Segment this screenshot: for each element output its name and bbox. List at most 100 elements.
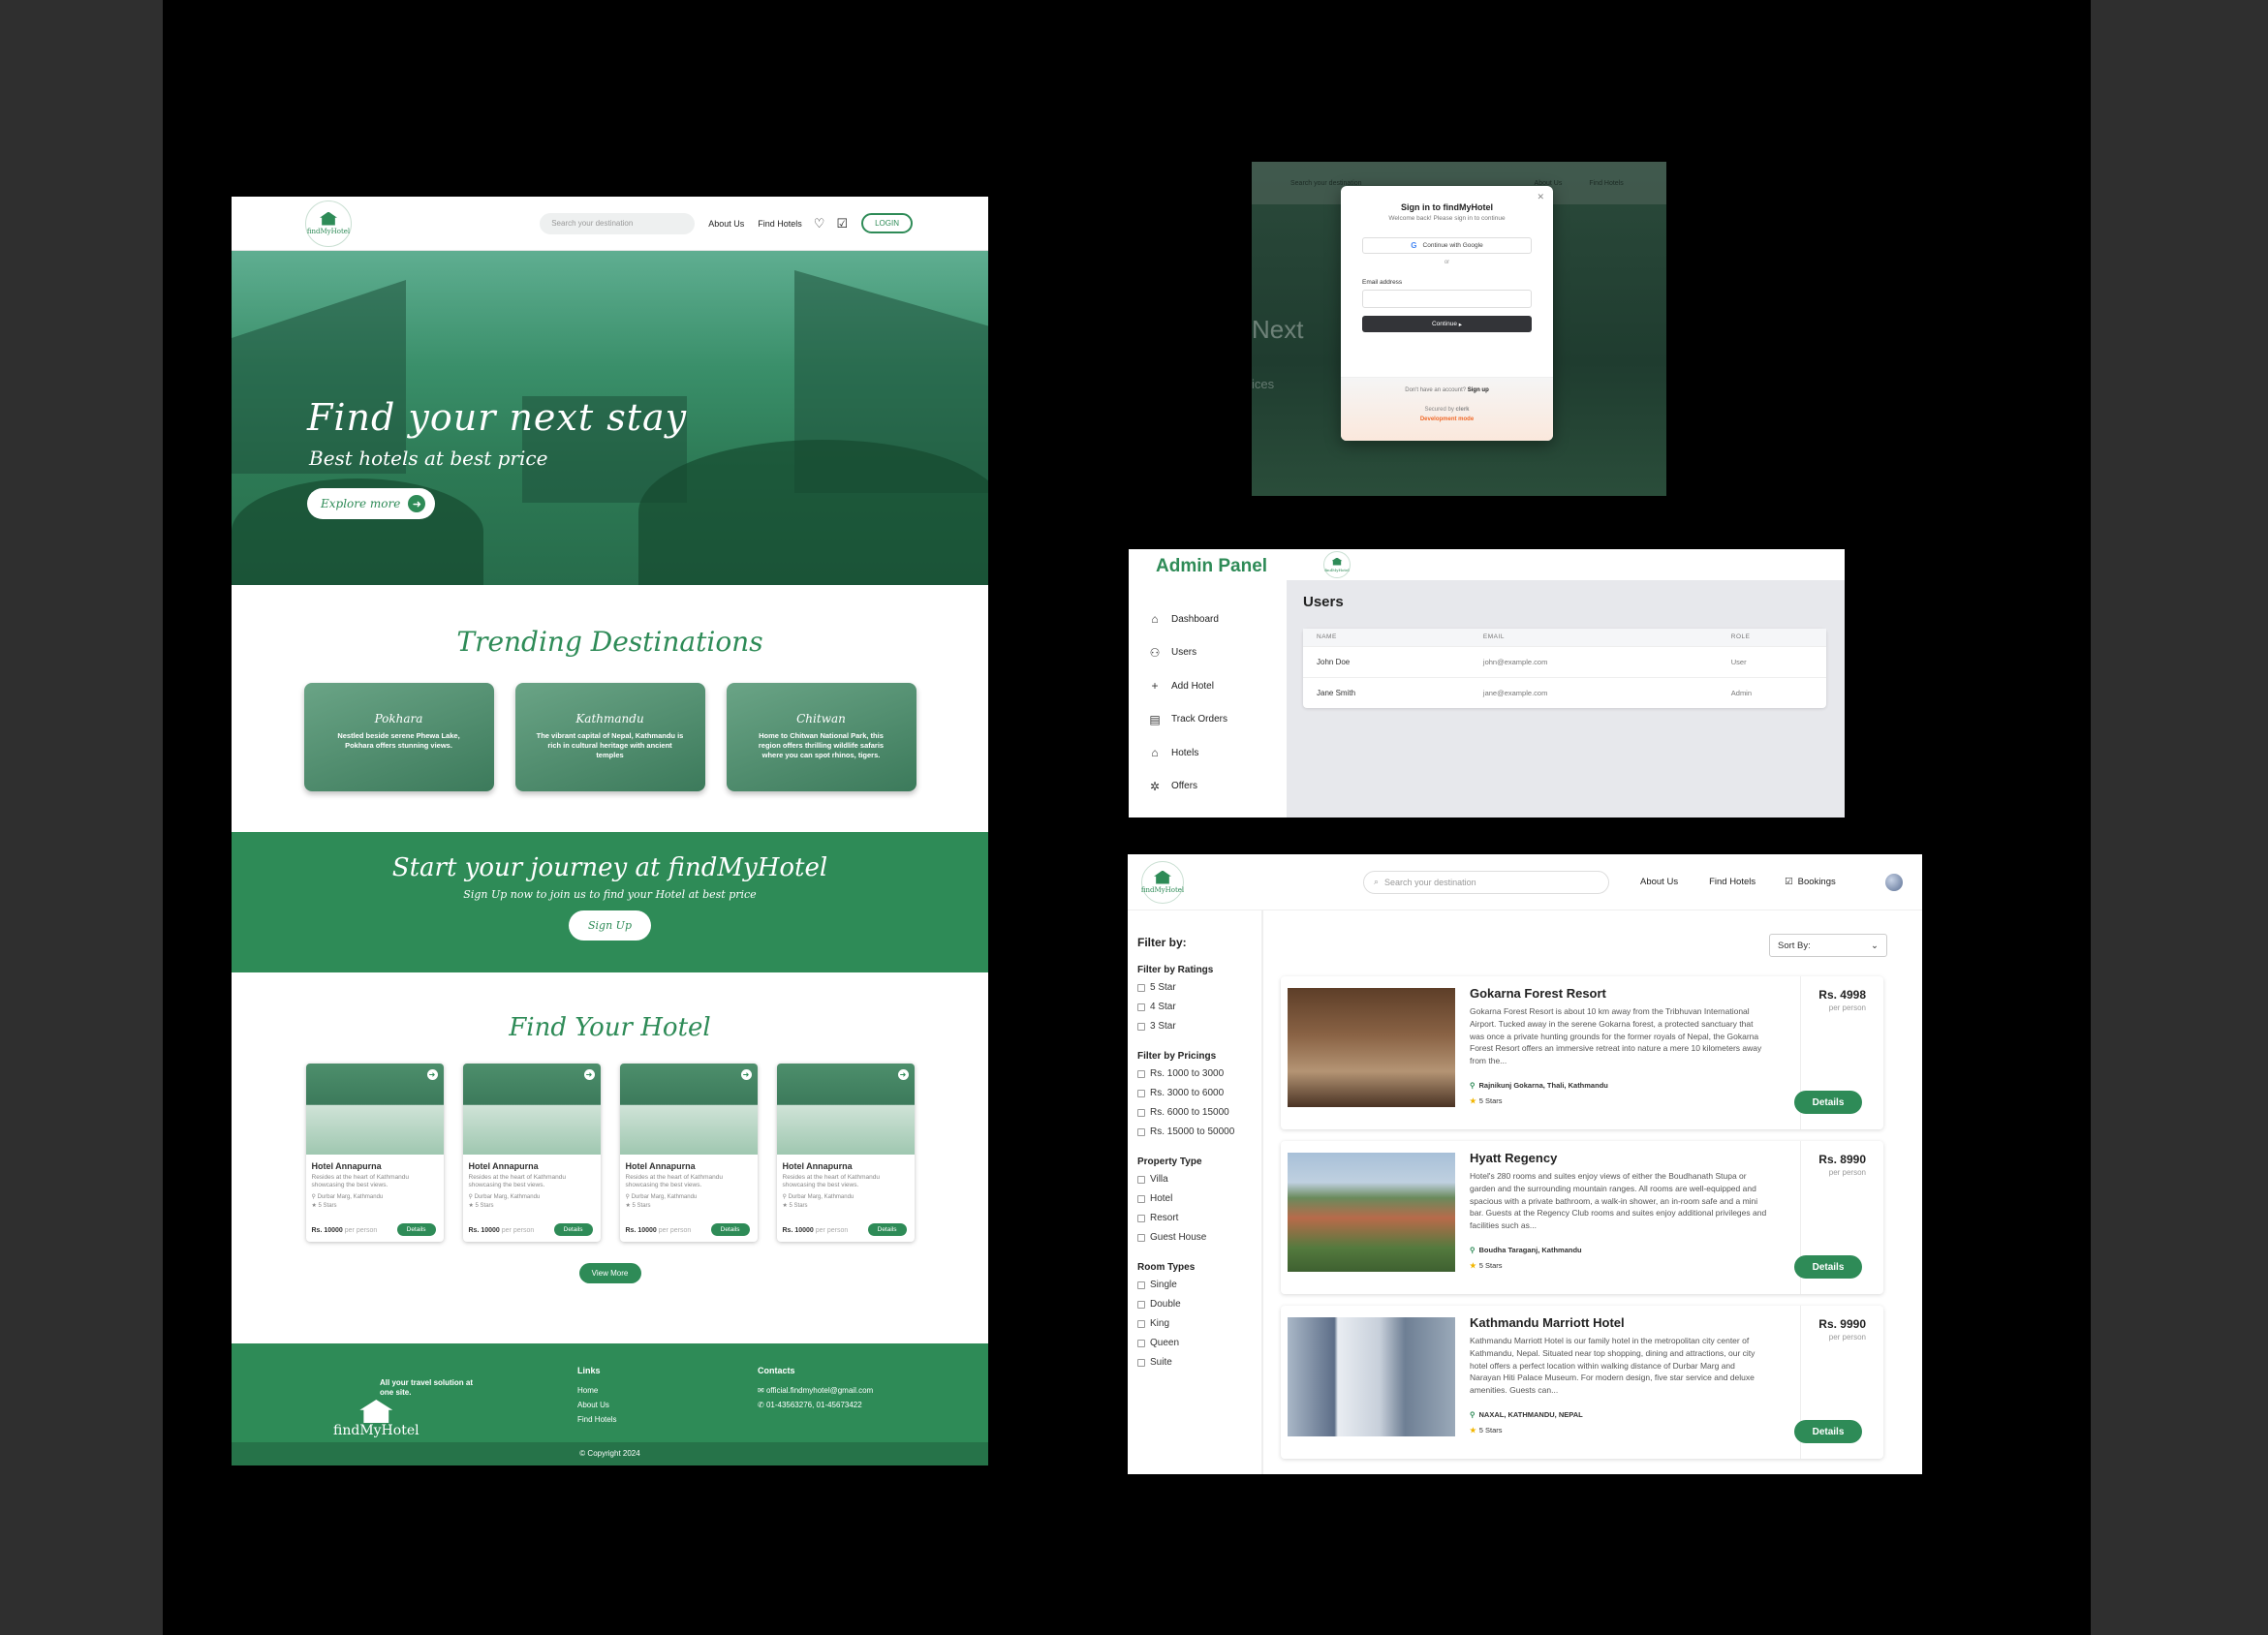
hotel-result-card[interactable]: Hyatt Regency Hotel's 280 rooms and suit… — [1281, 1141, 1883, 1294]
brand-logo[interactable]: findMyHotel — [1323, 551, 1351, 578]
user-role: Admin — [1717, 676, 1826, 708]
signup-link[interactable]: Sign up — [1468, 387, 1489, 393]
filter-checkbox[interactable]: Queen — [1137, 1336, 1261, 1350]
sidebar-item-label: Add Hotel — [1171, 680, 1214, 692]
email-field[interactable] — [1362, 290, 1532, 308]
user-name: John Doe — [1303, 645, 1470, 677]
hotel-result-card[interactable]: Kathmandu Marriott Hotel Kathmandu Marri… — [1281, 1306, 1883, 1459]
footer-phone[interactable]: ✆ 01-43563276, 01-45673422 — [758, 1398, 873, 1412]
hotel-location: ⚲ Durbar Marg, Kathmandu — [306, 1190, 444, 1200]
footer-link-about[interactable]: About Us — [577, 1398, 616, 1412]
offers-icon: ✲ — [1149, 779, 1161, 793]
filter-checkbox[interactable]: Villa — [1137, 1172, 1261, 1187]
heart-icon[interactable]: ♡ — [814, 216, 825, 231]
sidebar-item-users[interactable]: ⚇ Users — [1148, 636, 1287, 670]
sidebar-item-label: Offers — [1171, 781, 1198, 792]
hotel-stars-text: 5 Stars — [475, 1202, 494, 1209]
filter-checkbox[interactable]: Rs. 6000 to 15000 — [1137, 1105, 1261, 1120]
google-signin-label: Continue with Google — [1422, 242, 1483, 249]
filter-checkbox[interactable]: Resort — [1137, 1211, 1261, 1225]
search-placeholder: Search your destination — [1384, 877, 1476, 887]
details-button[interactable]: Details — [1794, 1255, 1862, 1279]
arrow-icon[interactable]: ➜ — [583, 1069, 595, 1080]
details-button[interactable]: Details — [396, 1223, 436, 1236]
hotel-stars-text: 5 Stars — [789, 1202, 808, 1209]
arrow-icon[interactable]: ➜ — [897, 1069, 909, 1080]
filter-checkbox[interactable]: Double — [1137, 1297, 1261, 1311]
details-button[interactable]: Details — [1794, 1420, 1862, 1443]
nav-bookings-link[interactable]: ☑ Bookings — [1785, 877, 1836, 887]
hotel-name: Hotel Annapurna — [625, 1161, 696, 1171]
filter-checkbox[interactable]: Rs. 3000 to 6000 — [1137, 1086, 1261, 1100]
filter-checkbox[interactable]: Rs. 1000 to 3000 — [1137, 1066, 1261, 1081]
filter-checkbox[interactable]: Guest House — [1137, 1230, 1261, 1245]
hotel-stars: ★ 5 Stars — [620, 1200, 758, 1209]
sidebar-item-add-hotel[interactable]: + Add Hotel — [1148, 669, 1287, 703]
google-signin-button[interactable]: G Continue with Google — [1362, 237, 1532, 254]
footer-email[interactable]: ✉ official.findmyhotel@gmail.com — [758, 1383, 873, 1398]
nav-find-hotels-link[interactable]: Find Hotels — [1709, 877, 1755, 887]
view-more-button[interactable]: View More — [578, 1263, 641, 1283]
hotel-card[interactable]: ➜ Hotel Annapurna Resides at the heart o… — [619, 1064, 758, 1242]
hotel-result-card[interactable]: Gokarna Forest Resort Gokarna Forest Res… — [1281, 976, 1883, 1129]
sidebar-item-track-orders[interactable]: ▤ Track Orders — [1148, 703, 1287, 737]
filter-checkbox[interactable]: 5 Star — [1137, 980, 1261, 995]
filter-checkbox[interactable]: 3 Star — [1137, 1019, 1261, 1033]
signup-button[interactable]: Sign Up — [569, 910, 651, 941]
avatar[interactable] — [1885, 873, 1903, 891]
hotel-card[interactable]: ➜ Hotel Annapurna Resides at the heart o… — [776, 1064, 915, 1242]
destination-card[interactable]: Kathmandu The vibrant capital of Nepal, … — [514, 683, 705, 791]
details-button[interactable]: Details — [867, 1223, 907, 1236]
brand-logo[interactable]: findMyHotel — [1141, 860, 1184, 904]
user-name: Jane Smith — [1303, 676, 1470, 708]
search-input[interactable]: Search your destination — [540, 212, 696, 234]
admin-panel: Admin Panel ⌂ Dashboard ⚇ Users + Add Hotel… — [1129, 549, 1845, 818]
sidebar-item-hotels[interactable]: ⌂ Hotels — [1148, 736, 1287, 770]
destination-card[interactable]: Chitwan Home to Chitwan National Park, t… — [726, 683, 917, 791]
details-button[interactable]: Details — [553, 1223, 593, 1236]
continue-button[interactable]: Continue ▸ — [1362, 316, 1532, 332]
details-button[interactable]: Details — [1794, 1091, 1862, 1114]
hotel-location-text: Durbar Marg, Kathmandu — [474, 1193, 541, 1200]
sort-select[interactable]: Sort By: ⌄ — [1769, 934, 1887, 957]
column-header: ROLE — [1717, 629, 1826, 646]
footer-link-home[interactable]: Home — [577, 1383, 616, 1398]
brand-logo[interactable]: findMyHotel — [305, 200, 352, 247]
footer-link-find-hotels[interactable]: Find Hotels — [577, 1412, 616, 1427]
nav-about-link[interactable]: About Us — [1640, 877, 1678, 887]
filter-group-ratings: Filter by Ratings 5 Star 4 Star 3 Star — [1137, 965, 1261, 1033]
nav-about-link[interactable]: About Us — [708, 219, 744, 229]
section-title: Users — [1303, 594, 1344, 610]
nav-find-hotels-link[interactable]: Find Hotels — [758, 219, 802, 229]
clipboard-check-icon[interactable]: ☑ — [836, 216, 848, 231]
sidebar-item-dashboard[interactable]: ⌂ Dashboard — [1148, 602, 1287, 636]
table-row[interactable]: Jane Smith jane@example.com Admin — [1303, 676, 1826, 708]
hotel-image: ➜ — [462, 1064, 601, 1155]
arrow-icon[interactable]: ➜ — [426, 1069, 438, 1080]
filter-checkbox[interactable]: Rs. 15000 to 50000 — [1137, 1125, 1261, 1139]
hotel-stars: ★ 5 Stars — [1470, 1261, 1503, 1270]
filter-checkbox[interactable]: King — [1137, 1316, 1261, 1331]
search-input[interactable]: ⌕ Search your destination — [1363, 870, 1609, 894]
destination-card[interactable]: Pokhara Nestled beside serene Phewa Lake… — [303, 683, 494, 791]
clerk-logo: clerk — [1455, 407, 1470, 413]
filter-checkbox[interactable]: Suite — [1137, 1355, 1261, 1370]
filter-checkbox[interactable]: Hotel — [1137, 1191, 1261, 1206]
user-role: User — [1717, 645, 1826, 677]
hotel-price-unit: per person — [1828, 1333, 1866, 1342]
footer-logo[interactable]: findMyHotel — [333, 1400, 419, 1438]
login-button[interactable]: LOGIN — [861, 213, 913, 233]
table-row[interactable]: John Doe john@example.com User — [1303, 645, 1826, 677]
filter-checkbox[interactable]: Single — [1137, 1278, 1261, 1292]
hotel-card[interactable]: ➜ Hotel Annapurna Resides at the heart o… — [462, 1064, 601, 1242]
close-icon[interactable]: ✕ — [1537, 192, 1544, 202]
explore-more-button[interactable]: Explore more ➜ — [307, 488, 436, 519]
home-icon: ⌂ — [1151, 612, 1159, 627]
sidebar-item-offers[interactable]: ✲ Offers — [1148, 770, 1287, 804]
arrow-icon[interactable]: ➜ — [740, 1069, 752, 1080]
details-button[interactable]: Details — [710, 1223, 750, 1236]
filter-checkbox[interactable]: 4 Star — [1137, 1000, 1261, 1014]
hotel-card[interactable]: ➜ Hotel Annapurna Resides at the heart o… — [305, 1064, 444, 1242]
hotel-price-value: Rs. 10000 — [468, 1227, 500, 1234]
footer-logo-text: findMyHotel — [333, 1423, 419, 1438]
